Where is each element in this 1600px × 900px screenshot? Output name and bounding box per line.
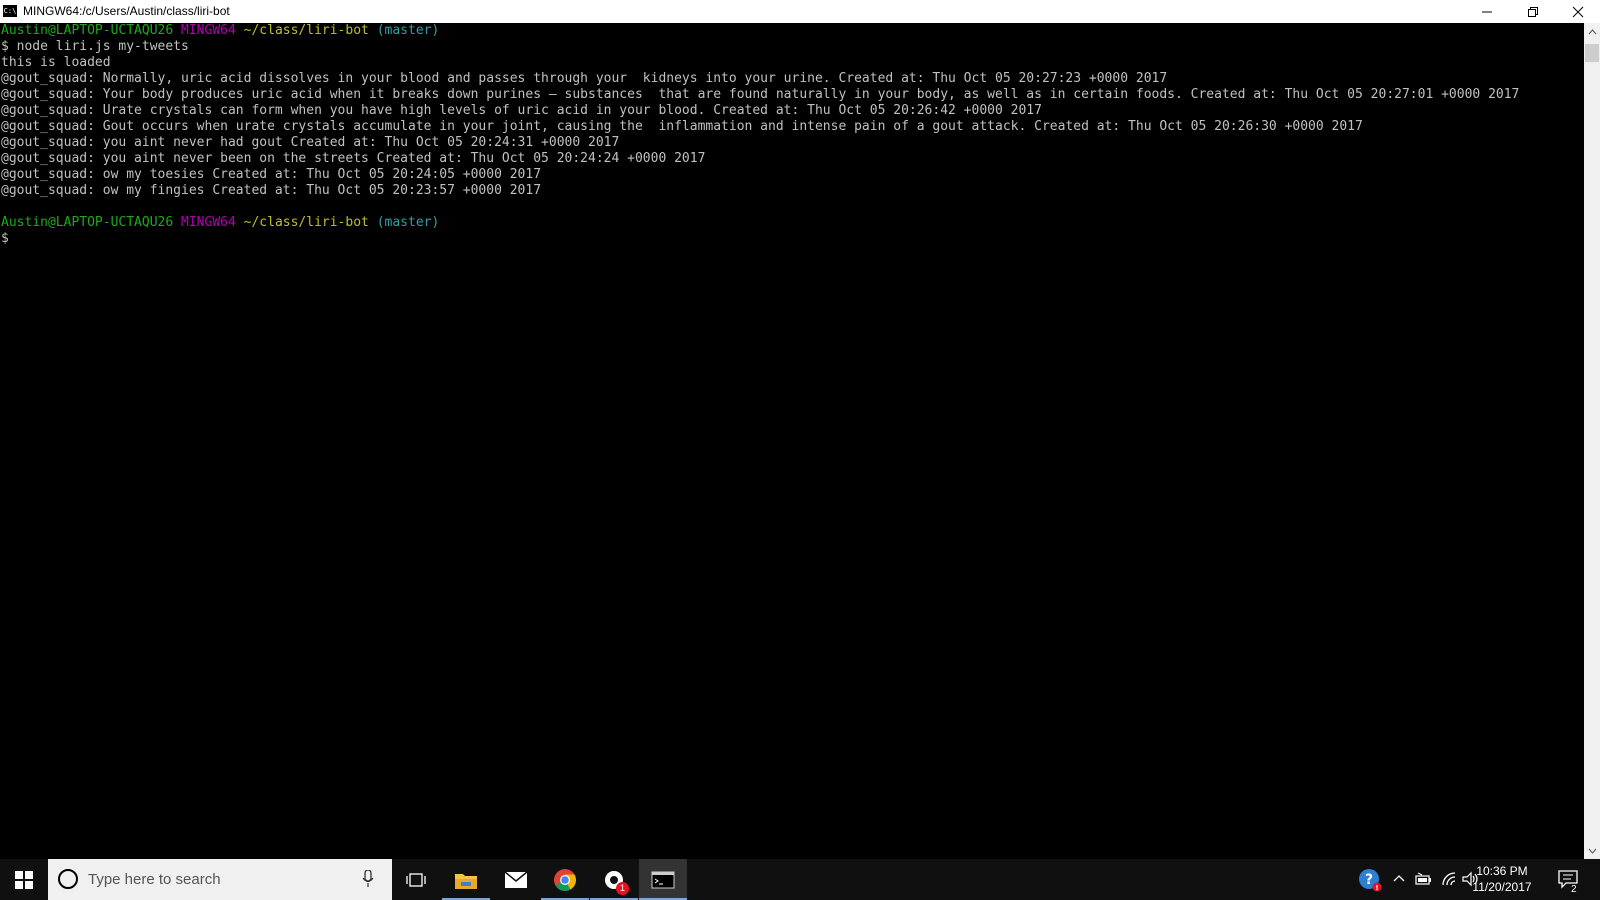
chrome-icon bbox=[554, 868, 576, 891]
command-line: $ node liri.js my-tweets bbox=[1, 39, 189, 54]
microphone-icon[interactable] bbox=[362, 870, 374, 888]
window-title: MINGW64:/c/Users/Austin/class/liri-bot bbox=[23, 4, 230, 18]
system-clock[interactable]: 10:36 PM 11/20/2017 bbox=[1466, 863, 1538, 895]
scroll-down-button[interactable] bbox=[1584, 842, 1600, 859]
output-line: @gout_squad: Normally, uric acid dissolv… bbox=[1, 71, 1168, 86]
clock-date: 11/20/2017 bbox=[1472, 880, 1532, 894]
prompt-system: MINGW64 bbox=[181, 215, 236, 230]
prompt-branch: (master) bbox=[376, 23, 440, 38]
file-explorer-icon bbox=[455, 873, 477, 889]
close-button[interactable] bbox=[1555, 0, 1600, 23]
prompt-user: Austin@LAPTOP-UCTAQU26 bbox=[1, 23, 174, 38]
task-view-button[interactable] bbox=[392, 859, 440, 900]
taskbar: Type here to search 1 ? ! 10:36 PM 11/20… bbox=[0, 859, 1600, 900]
file-explorer-button[interactable] bbox=[442, 859, 490, 900]
terminal-icon bbox=[651, 871, 675, 888]
svg-text:!: ! bbox=[1375, 884, 1378, 892]
mail-icon bbox=[504, 870, 528, 888]
svg-text:?: ? bbox=[1365, 872, 1373, 888]
search-placeholder: Type here to search bbox=[88, 871, 221, 888]
cursor-line[interactable]: $ bbox=[1, 231, 9, 247]
windows-start-icon bbox=[15, 870, 33, 889]
output-line: @gout_squad: Urate crystals can form whe… bbox=[1, 103, 1042, 118]
taskbar-search[interactable]: Type here to search bbox=[48, 859, 392, 900]
help-icon[interactable]: ? ! bbox=[1358, 868, 1382, 892]
output-line: @gout_squad: Your body produces uric aci… bbox=[1, 87, 1520, 102]
chevron-up-icon[interactable] bbox=[1393, 874, 1405, 882]
minimize-button[interactable] bbox=[1464, 0, 1510, 23]
output-line: @gout_squad: ow my toesies Created at: T… bbox=[1, 167, 542, 182]
chevron-up-icon bbox=[1588, 28, 1596, 34]
chevron-down-icon bbox=[1588, 848, 1596, 854]
prompt-path: ~/class/liri-bot bbox=[243, 23, 369, 38]
terminal-output[interactable]: Austin@LAPTOP-UCTAQU26 MINGW64 ~/class/l… bbox=[0, 23, 1584, 859]
cortana-icon bbox=[58, 869, 78, 889]
notification-count: 2 bbox=[1571, 884, 1577, 895]
scroll-up-button[interactable] bbox=[1584, 23, 1600, 40]
prompt-line: Austin@LAPTOP-UCTAQU26 MINGW64 ~/class/l… bbox=[1, 215, 439, 231]
minimize-icon bbox=[1482, 11, 1492, 12]
prompt-line: Austin@LAPTOP-UCTAQU26 MINGW64 ~/class/l… bbox=[1, 23, 439, 39]
battery-icon[interactable] bbox=[1414, 872, 1432, 886]
prompt-path: ~/class/liri-bot bbox=[243, 215, 369, 230]
start-button[interactable] bbox=[0, 859, 48, 900]
output-line: @gout_squad: you aint never been on the … bbox=[1, 151, 706, 166]
output-line: @gout_squad: Gout occurs when urate crys… bbox=[1, 119, 1363, 134]
close-icon bbox=[1572, 6, 1584, 17]
output-line: @gout_squad: ow my fingies Created at: T… bbox=[1, 183, 542, 198]
title-bar[interactable]: C:\ MINGW64:/c/Users/Austin/class/liri-b… bbox=[0, 0, 1600, 23]
restore-icon bbox=[1528, 6, 1538, 17]
restore-button[interactable] bbox=[1510, 0, 1556, 23]
chrome-button[interactable] bbox=[541, 859, 589, 900]
prompt-branch: (master) bbox=[376, 215, 440, 230]
clock-time: 10:36 PM bbox=[1476, 864, 1528, 878]
terminal-app-icon[interactable]: C:\ bbox=[3, 5, 17, 17]
prompt-user: Austin@LAPTOP-UCTAQU26 bbox=[1, 215, 174, 230]
app-button[interactable]: 1 bbox=[590, 859, 638, 900]
terminal-taskbar-button[interactable] bbox=[639, 859, 687, 900]
vertical-scrollbar[interactable] bbox=[1584, 23, 1600, 859]
prompt-system: MINGW64 bbox=[181, 23, 236, 38]
mail-button[interactable] bbox=[492, 859, 540, 900]
app-notification-badge: 1 bbox=[616, 882, 629, 895]
wifi-icon[interactable] bbox=[1441, 871, 1457, 887]
output-line: @gout_squad: you aint never had gout Cre… bbox=[1, 135, 620, 150]
task-view-icon bbox=[406, 872, 426, 887]
scroll-thumb[interactable] bbox=[1585, 44, 1599, 62]
output-line: this is loaded bbox=[1, 55, 111, 70]
